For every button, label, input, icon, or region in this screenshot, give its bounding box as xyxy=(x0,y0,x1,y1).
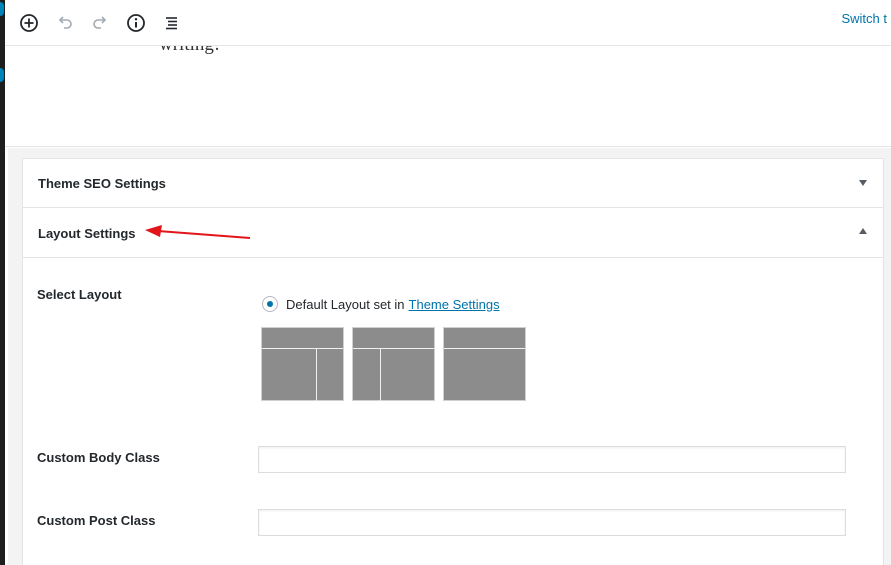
editor-content[interactable]: writing! xyxy=(5,46,891,147)
layout-options xyxy=(261,327,526,402)
theme-seo-settings-panel[interactable]: Theme SEO Settings xyxy=(22,158,884,208)
layout-header-divider xyxy=(262,348,343,349)
add-block-icon xyxy=(20,14,38,32)
sidebar-indicator xyxy=(0,2,4,16)
add-block-button[interactable] xyxy=(14,8,44,38)
layout-header-divider xyxy=(353,348,434,349)
outline-button[interactable] xyxy=(157,8,187,38)
default-layout-radio[interactable] xyxy=(262,296,278,312)
radio-checked-dot xyxy=(267,301,273,307)
info-icon xyxy=(127,14,145,32)
layout-settings-header[interactable]: Layout Settings xyxy=(23,208,883,258)
outline-icon xyxy=(166,17,177,30)
chevron-down-icon[interactable] xyxy=(859,180,867,186)
layout-column-divider xyxy=(380,349,381,402)
layout-column-divider xyxy=(316,349,317,402)
post-body-text[interactable]: writing! xyxy=(159,46,220,56)
custom-body-class-label: Custom Body Class xyxy=(37,450,160,465)
switch-editor-link[interactable]: Switch t xyxy=(841,11,887,26)
editor-toolbar: Switch t xyxy=(5,0,891,46)
editor-window: Switch t writing! Theme SEO Settings Lay… xyxy=(0,0,891,565)
custom-post-class-input[interactable] xyxy=(258,509,846,536)
panel-title[interactable]: Layout Settings xyxy=(38,226,136,241)
panel-title[interactable]: Theme SEO Settings xyxy=(38,176,166,191)
custom-body-class-input[interactable] xyxy=(258,446,846,473)
info-button[interactable] xyxy=(121,8,151,38)
chevron-up-icon[interactable] xyxy=(859,228,867,234)
layout-settings-panel: Layout Settings Select Layout Default La… xyxy=(22,207,884,565)
redo-button[interactable] xyxy=(85,8,115,38)
theme-settings-link[interactable]: Theme Settings xyxy=(409,297,500,312)
default-layout-label: Default Layout set in xyxy=(286,296,405,312)
layout-full-width-option[interactable] xyxy=(443,327,526,401)
undo-icon xyxy=(58,16,72,29)
layout-content-sidebar-option[interactable] xyxy=(261,327,344,402)
redo-icon xyxy=(93,16,107,29)
layout-sidebar-content-option[interactable] xyxy=(352,327,435,402)
sidebar-indicator xyxy=(0,68,4,82)
layout-header-divider xyxy=(444,348,525,349)
undo-button[interactable] xyxy=(50,8,80,38)
metaboxes-area: Theme SEO Settings Layout Settings Selec… xyxy=(8,148,891,565)
default-layout-option[interactable]: Default Layout set in Theme Settings xyxy=(262,296,500,312)
select-layout-label: Select Layout xyxy=(37,287,122,302)
custom-post-class-label: Custom Post Class xyxy=(37,513,156,528)
